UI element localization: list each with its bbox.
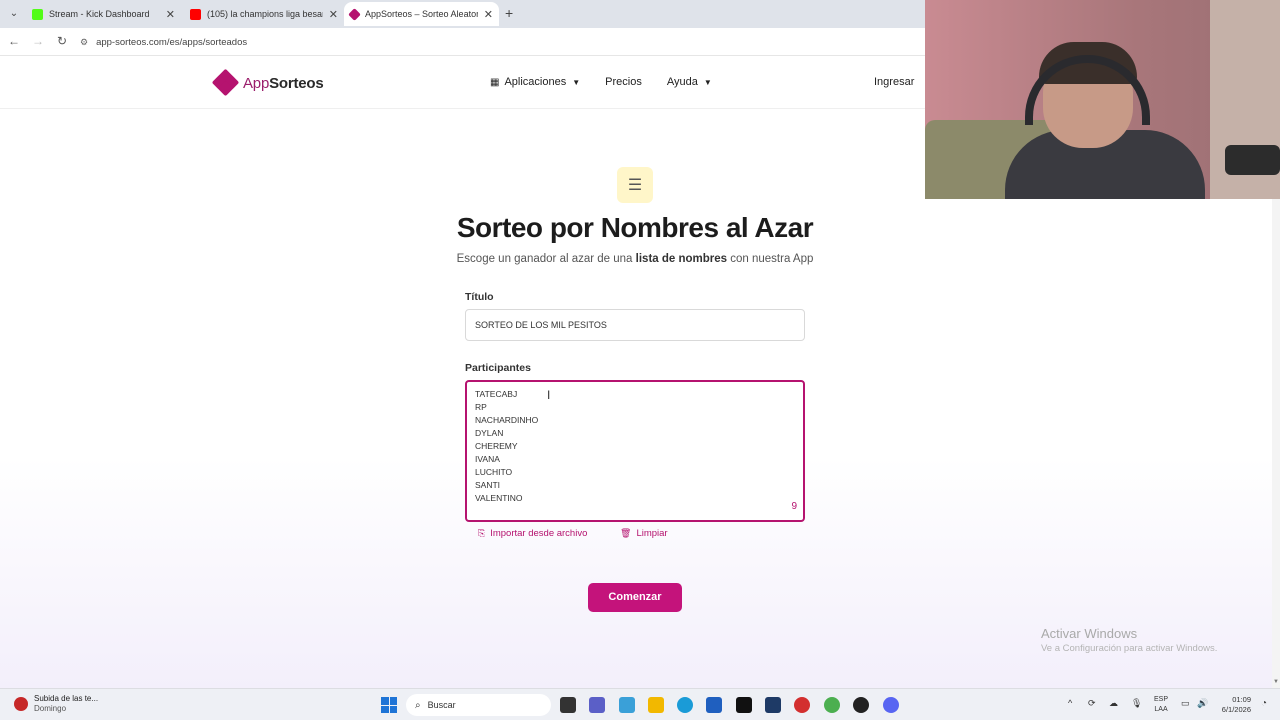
clock-date: 6/1/2026 — [1221, 705, 1251, 714]
file-explorer-icon[interactable] — [648, 697, 664, 713]
news-title: Subida de las te... — [34, 694, 99, 703]
terminal-icon[interactable] — [560, 697, 576, 713]
kick-favicon-icon — [32, 8, 43, 20]
browser-tab-bar: ⌄ Stream - Kick Dashboard ✕ (105) la cha… — [0, 0, 925, 28]
tab-label: Stream - Kick Dashboard — [49, 9, 150, 19]
obs-icon[interactable] — [853, 697, 869, 713]
windows-activation-subtitle: Ve a Configuración para activar Windows. — [1041, 643, 1218, 654]
participants-textarea[interactable]: TATECABJ RP NACHARDINHO DYLAN CHEREMY IV… — [465, 380, 805, 522]
page-scrollbar[interactable] — [1272, 199, 1280, 688]
page-subtitle: Escoge un ganador al azar de una lista d… — [456, 253, 814, 265]
close-icon[interactable]: ✕ — [484, 8, 493, 21]
news-subtitle: Domingo — [34, 704, 67, 713]
tab-label: (105) la champions liga besame — [207, 9, 323, 19]
participant-line: VALENTINO — [475, 493, 523, 503]
main-nav: ▦ Aplicaciones ▼ Precios Ayuda ▼ — [490, 76, 737, 88]
apps-grid-icon: ▦ — [490, 76, 500, 88]
news-alert-icon — [14, 697, 28, 711]
chrome-icon[interactable] — [824, 697, 840, 713]
title-field-label: Título — [465, 291, 494, 303]
close-icon[interactable]: ✕ — [329, 8, 338, 21]
start-button[interactable]: Comenzar — [588, 583, 682, 612]
nav-ayuda[interactable]: Ayuda ▼ — [667, 76, 712, 88]
webcam-overlay — [925, 0, 1280, 199]
tiktok-icon[interactable] — [736, 697, 752, 713]
news-widget[interactable]: Subida de las te... Domingo — [14, 694, 98, 714]
tray-volume-icon[interactable]: 🔊 — [1197, 698, 1208, 709]
record-app-icon[interactable] — [794, 697, 810, 713]
page-title: Sorteo por Nombres al Azar — [456, 212, 814, 243]
notification-bell-icon[interactable]: ◔ — [1261, 698, 1267, 709]
chevron-down-icon: ▼ — [572, 77, 581, 87]
copilot-icon[interactable] — [619, 697, 635, 713]
numbered-list-icon: ☰ — [617, 167, 653, 203]
tray-network-icon[interactable]: ▭ — [1181, 698, 1190, 709]
text-cursor-icon: I — [547, 388, 551, 402]
logo-mark-icon — [211, 68, 240, 97]
forward-arrow-icon[interactable]: → — [30, 34, 46, 48]
participants-field-label: Participantes — [465, 362, 531, 374]
tray-sync-icon[interactable]: ⟳ — [1088, 698, 1096, 709]
scroll-down-arrow-icon[interactable]: ▼ — [1272, 679, 1280, 688]
file-import-icon: ⎘ — [478, 528, 486, 538]
participant-line: RP — [475, 402, 487, 412]
search-placeholder: Buscar — [427, 700, 456, 710]
photoshop-icon[interactable] — [765, 697, 781, 713]
nav-aplicaciones[interactable]: ▦ Aplicaciones ▼ — [490, 76, 580, 88]
clear-label: Limpiar — [636, 528, 668, 539]
new-tab-plus-icon[interactable]: + — [505, 5, 513, 21]
windows-activation-title: Activar Windows — [1041, 626, 1138, 641]
input-language[interactable]: ESP LAA — [1154, 695, 1168, 715]
taskbar-clock[interactable]: 01:09 6/1/2026 — [1217, 695, 1251, 715]
login-link[interactable]: Ingresar — [874, 76, 914, 88]
participant-line: DYLAN — [475, 428, 504, 438]
reload-icon[interactable]: ↻ — [54, 34, 70, 48]
nav-aplicaciones-label: Aplicaciones — [504, 76, 567, 88]
participant-line: LUCHITO — [475, 467, 513, 477]
chevron-down-icon: ▼ — [703, 77, 712, 87]
import-file-label: Importar desde archivo — [490, 528, 588, 539]
nav-ayuda-label: Ayuda — [666, 76, 698, 88]
appsorteos-logo[interactable]: AppSorteos — [211, 68, 324, 97]
nav-precios-label: Precios — [605, 76, 642, 88]
windows-start-icon[interactable] — [381, 697, 397, 713]
participant-line: NACHARDINHO — [475, 415, 539, 425]
nav-precios[interactable]: Precios — [605, 76, 642, 88]
tab-appsorteos[interactable]: AppSorteos – Sorteo Aleatorio ✕ — [344, 2, 499, 26]
trash-icon: 🗑 — [620, 528, 632, 538]
tab-label: AppSorteos – Sorteo Aleatorio — [365, 9, 478, 19]
title-input[interactable]: SORTEO DE LOS MIL PESITOS — [465, 309, 805, 341]
discord-icon[interactable] — [883, 697, 899, 713]
participant-line: IVANA — [475, 454, 500, 464]
site-info-icon[interactable]: ⚙ — [80, 37, 88, 48]
tab-search-chevron-icon[interactable]: ⌄ — [6, 6, 22, 22]
tab-kick-dashboard[interactable]: Stream - Kick Dashboard ✕ — [26, 2, 181, 26]
clock-time: 01:09 — [1232, 695, 1251, 704]
site-header: AppSorteos ▦ Aplicaciones ▼ Precios Ayud… — [0, 57, 925, 109]
url-text: app-sorteos.com/es/apps/sorteados — [96, 36, 248, 48]
windows-taskbar: Subida de las te... Domingo ⌕ Buscar ^ ⟳… — [0, 688, 1280, 720]
search-icon: ⌕ — [415, 699, 421, 711]
participant-line: CHEREMY — [475, 441, 518, 451]
tray-cloud-icon[interactable]: ☁ — [1109, 698, 1118, 709]
url-field[interactable]: ⚙ app-sorteos.com/es/apps/sorteados — [80, 32, 920, 52]
participant-line: SANTI — [475, 480, 501, 490]
teams-icon[interactable] — [589, 697, 605, 713]
edge-icon[interactable] — [677, 697, 693, 713]
participant-line: TATECABJ — [475, 389, 518, 399]
close-icon[interactable]: ✕ — [166, 8, 175, 21]
back-arrow-icon[interactable]: ← — [6, 34, 22, 48]
tray-chevron-up-icon[interactable]: ^ — [1068, 698, 1072, 708]
address-bar-row: ← → ↻ ⚙ app-sorteos.com/es/apps/sorteado… — [0, 28, 925, 56]
youtube-favicon-icon — [190, 8, 201, 20]
tray-mic-icon[interactable]: 🎙 — [1131, 698, 1142, 709]
import-file-link[interactable]: ⎘ Importar desde archivo — [478, 528, 587, 539]
logo-text: AppSorteos — [243, 74, 324, 92]
tab-youtube[interactable]: (105) la champions liga besame ✕ — [184, 2, 344, 26]
appsorteos-favicon-icon — [348, 7, 361, 21]
clear-link[interactable]: 🗑 Limpiar — [620, 528, 668, 539]
participant-count: 9 — [791, 501, 797, 512]
store-icon[interactable] — [706, 697, 722, 713]
taskbar-search[interactable]: ⌕ Buscar — [406, 694, 551, 716]
